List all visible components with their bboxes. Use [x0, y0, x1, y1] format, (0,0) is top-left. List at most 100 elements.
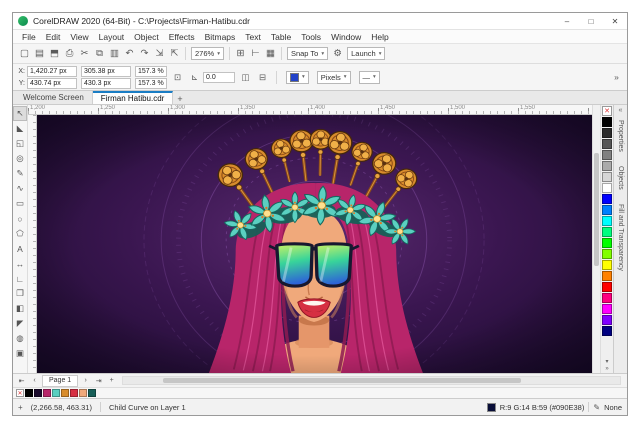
paste-icon[interactable]: ▥ — [107, 46, 122, 62]
horizontal-scrollbar-thumb[interactable] — [162, 378, 521, 383]
palette-swatch[interactable] — [602, 216, 612, 226]
menu-item[interactable]: Effects — [164, 32, 200, 42]
palette-swatch[interactable] — [602, 249, 612, 259]
lock-ratio-icon[interactable]: ⊡ — [171, 72, 184, 83]
redo-icon[interactable]: ↷ — [137, 46, 152, 62]
menu-item[interactable]: Object — [129, 32, 164, 42]
palette-swatch[interactable] — [602, 128, 612, 138]
import-icon[interactable]: ⇲ — [152, 46, 167, 62]
new-document-icon[interactable]: ▢ — [17, 46, 32, 62]
menu-item[interactable]: Table — [266, 32, 296, 42]
object-height-field[interactable]: 430.3 px — [81, 77, 131, 89]
transparency-tool[interactable]: ◧ — [13, 301, 27, 316]
snap-to-select[interactable]: Snap To ▾ — [286, 47, 329, 60]
save-icon[interactable]: ⬒ — [47, 46, 62, 62]
palette-swatch[interactable] — [602, 293, 612, 303]
zoom-level-select[interactable]: 276% ▾ — [191, 47, 224, 60]
document-palette-swatch[interactable] — [43, 389, 51, 397]
palette-swatch[interactable] — [602, 282, 612, 292]
page-tab[interactable]: Page 1 — [42, 374, 79, 387]
shape-tool[interactable]: ◣ — [13, 121, 27, 136]
document-palette-swatch[interactable] — [61, 389, 69, 397]
first-page-button[interactable]: ⇤ — [16, 377, 27, 385]
object-width-field[interactable]: 305.38 px — [81, 65, 131, 77]
mirror-horizontal-icon[interactable]: ◫ — [239, 72, 252, 83]
menu-item[interactable]: Help — [366, 32, 393, 42]
smart-fill-tool[interactable]: ▣ — [13, 346, 27, 361]
palette-swatch[interactable] — [602, 205, 612, 215]
zoom-tool[interactable]: ◎ — [13, 151, 27, 166]
rotation-angle-field[interactable]: 0.0 — [203, 71, 235, 83]
palette-swatch[interactable] — [602, 172, 612, 182]
color-picker-dropdown[interactable]: ▾ — [286, 70, 309, 84]
palette-swatch[interactable] — [602, 260, 612, 270]
no-color-swatch[interactable]: ✕ — [16, 389, 24, 397]
last-page-button[interactable]: ⇥ — [93, 377, 104, 385]
print-icon[interactable]: ⎙ — [62, 46, 77, 62]
maximize-button[interactable]: □ — [579, 13, 603, 29]
vertical-scrollbar-thumb[interactable] — [594, 153, 599, 266]
mirror-vertical-icon[interactable]: ⊟ — [256, 72, 269, 83]
menu-item[interactable]: Window — [326, 32, 366, 42]
palette-swatch[interactable] — [602, 139, 612, 149]
launch-button[interactable]: Launch ▾ — [347, 47, 386, 60]
docker-tab[interactable]: Properties — [617, 117, 624, 155]
docker-tab[interactable]: Objects — [617, 163, 624, 193]
palette-swatch[interactable] — [602, 238, 612, 248]
palette-swatch[interactable] — [602, 326, 612, 336]
polygon-tool[interactable]: ⬠ — [13, 226, 27, 241]
outline-style-dropdown[interactable]: — ▾ — [358, 70, 380, 84]
menu-item[interactable]: Tools — [296, 32, 326, 42]
crop-tool[interactable]: ◱ — [13, 136, 27, 151]
document-palette-swatch[interactable] — [70, 389, 78, 397]
palette-swatch[interactable] — [602, 161, 612, 171]
scale-height-field[interactable]: 157.3 % — [135, 77, 167, 89]
palette-swatch[interactable] — [602, 315, 612, 325]
palette-swatch[interactable] — [602, 304, 612, 314]
menu-item[interactable]: Layout — [94, 32, 130, 42]
open-icon[interactable]: ▤ — [32, 46, 47, 62]
palette-swatch[interactable] — [602, 117, 612, 127]
document-palette-swatch[interactable] — [25, 389, 33, 397]
palette-expand-icon[interactable]: » — [605, 366, 608, 373]
shadow-tool[interactable]: ❐ — [13, 286, 27, 301]
minimize-button[interactable]: – — [555, 13, 579, 29]
no-color-swatch[interactable]: ✕ — [602, 106, 612, 116]
docker-tab[interactable]: Fill and Transparency — [617, 201, 624, 274]
eyedropper-tool[interactable]: ◤ — [13, 316, 27, 331]
menu-item[interactable]: File — [17, 32, 41, 42]
text-tool[interactable]: A — [13, 241, 27, 256]
fullscreen-preview-icon[interactable]: ⊞ — [233, 46, 248, 62]
interactive-fill-tool[interactable]: ◍ — [13, 331, 27, 346]
connector-tool[interactable]: ∟ — [13, 271, 27, 286]
palette-swatch[interactable] — [602, 194, 612, 204]
new-tab-button[interactable]: + — [177, 94, 182, 104]
menu-item[interactable]: Bitmaps — [200, 32, 241, 42]
document-palette-swatch[interactable] — [88, 389, 96, 397]
copy-icon[interactable]: ⧉ — [92, 46, 107, 62]
rectangle-tool[interactable]: ▭ — [13, 196, 27, 211]
document-palette-swatch[interactable] — [34, 389, 42, 397]
more-options-icon[interactable]: » — [610, 72, 623, 82]
docker-collapse-icon[interactable]: « — [619, 107, 623, 114]
x-position-field[interactable]: 1,420.27 px — [27, 65, 77, 77]
show-grid-icon[interactable]: ▦ — [263, 46, 278, 62]
palette-scroll-down-icon[interactable]: ▾ — [605, 359, 608, 366]
vertical-scrollbar[interactable] — [592, 105, 600, 373]
drawing-canvas[interactable] — [37, 115, 592, 373]
horizontal-scrollbar[interactable] — [122, 376, 621, 385]
ellipse-tool[interactable]: ○ — [13, 211, 27, 226]
options-gear-icon[interactable]: ⚙ — [330, 46, 345, 62]
undo-icon[interactable]: ↶ — [122, 46, 137, 62]
export-icon[interactable]: ⇱ — [167, 46, 182, 62]
menu-item[interactable]: Text — [240, 32, 266, 42]
previous-page-button[interactable]: ‹ — [29, 377, 40, 384]
document-tab[interactable]: Firman Hatibu.cdr — [92, 91, 174, 104]
palette-swatch[interactable] — [602, 227, 612, 237]
y-position-field[interactable]: 430.74 px — [27, 77, 77, 89]
menu-item[interactable]: Edit — [41, 32, 66, 42]
document-tab[interactable]: Welcome Screen — [15, 91, 93, 104]
add-page-button[interactable]: + — [106, 377, 117, 384]
palette-swatch[interactable] — [602, 150, 612, 160]
cut-icon[interactable]: ✂ — [77, 46, 92, 62]
